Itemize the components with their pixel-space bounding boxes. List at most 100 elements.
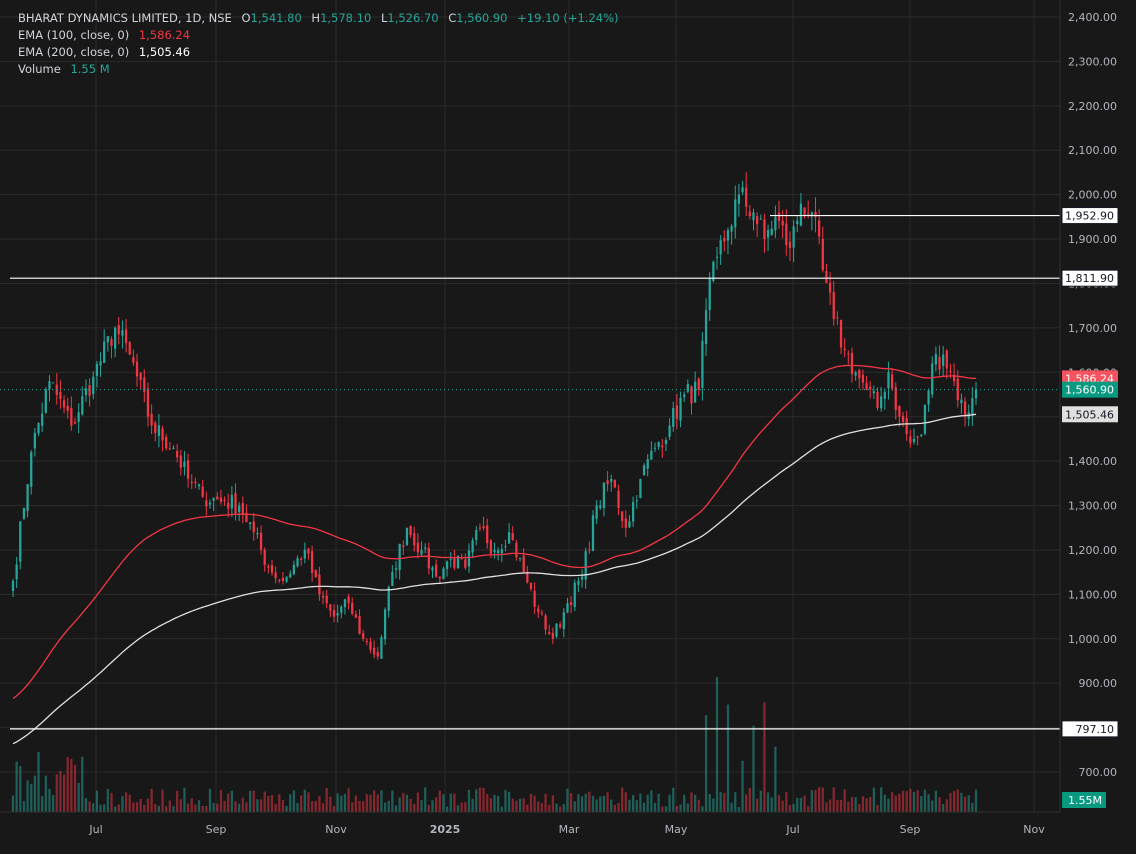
- volume-bar: [730, 802, 733, 812]
- volume-bar: [974, 789, 978, 812]
- volume-bar: [610, 799, 613, 812]
- volume-row[interactable]: Volume 1.55 M: [18, 61, 619, 78]
- candle-body: [825, 271, 828, 283]
- x-tick-label: Nov: [1023, 823, 1045, 836]
- volume-bar: [190, 798, 193, 812]
- ema200-row[interactable]: EMA (200, close, 0) 1,505.46: [18, 44, 619, 61]
- candle-body: [197, 484, 201, 487]
- volume-bar: [883, 794, 886, 812]
- candle-body: [376, 652, 379, 657]
- candle-body: [256, 533, 259, 535]
- x-tick-label: 2025: [430, 823, 461, 836]
- open-value: 1,541.80: [250, 11, 302, 25]
- candle-body: [154, 422, 157, 434]
- candle-body: [799, 203, 803, 226]
- volume-bar: [577, 794, 580, 812]
- volume-bar: [555, 803, 558, 812]
- volume-bar: [785, 792, 788, 812]
- volume-bar: [748, 787, 751, 812]
- candle-body: [650, 450, 653, 460]
- candle-body: [84, 388, 88, 396]
- volume-bar: [774, 746, 777, 812]
- candle-body: [252, 521, 255, 533]
- candle-body: [577, 580, 580, 585]
- volume-bar: [154, 803, 157, 812]
- candle-body: [737, 194, 741, 204]
- volume-bar: [157, 805, 161, 812]
- volume-bar: [274, 803, 277, 812]
- candle-body: [642, 465, 646, 476]
- volume-bar: [949, 792, 952, 812]
- y-tick-label: 1,100.00: [1068, 588, 1117, 601]
- volume-bar: [905, 791, 908, 812]
- ema100-row[interactable]: EMA (100, close, 0) 1,586.24: [18, 27, 619, 44]
- volume-bar: [734, 792, 737, 812]
- candle-body: [212, 497, 215, 501]
- volume-bar: [176, 790, 179, 812]
- hline-price-tag: 1,952.90: [1065, 210, 1114, 223]
- price-chart[interactable]: 2,400.00 2,300.00 2,200.00 2,100.00 2,000.00…: [0, 0, 1136, 854]
- candle-body: [766, 229, 770, 238]
- candle-body: [559, 624, 562, 628]
- candle-body: [383, 609, 387, 640]
- volume-bar: [529, 793, 533, 812]
- candle-body: [894, 387, 897, 410]
- candle-body: [307, 548, 310, 554]
- volume-bar: [613, 805, 617, 812]
- candle-body: [117, 325, 120, 335]
- volume-bar: [230, 790, 233, 812]
- candle-body: [289, 573, 292, 578]
- volume-bar: [464, 802, 467, 812]
- candle-body: [858, 370, 861, 379]
- volume-bar: [303, 789, 306, 812]
- volume-bar: [391, 790, 394, 812]
- candle-body: [657, 442, 660, 447]
- volume-bar: [828, 799, 832, 812]
- volume-value: 1.55 M: [70, 62, 110, 76]
- candle-body: [347, 596, 350, 604]
- volume-bar: [289, 794, 292, 812]
- candle-body: [949, 370, 952, 372]
- volume-bar: [310, 801, 314, 812]
- candle-body: [777, 212, 781, 221]
- volume-bar: [26, 780, 29, 812]
- volume-bar: [511, 798, 514, 812]
- volume-bar: [84, 798, 88, 812]
- candle-body: [391, 572, 394, 587]
- volume-bar: [890, 792, 894, 812]
- volume-bar: [70, 758, 73, 812]
- volume-bar: [110, 793, 113, 812]
- volume-bar: [759, 790, 762, 812]
- candle-body: [599, 505, 602, 508]
- volume-bar: [843, 789, 846, 812]
- candle-body: [194, 481, 197, 483]
- volume-bar: [343, 793, 347, 812]
- volume-bar: [372, 790, 376, 812]
- candle-body: [132, 356, 135, 363]
- volume-bar: [719, 791, 722, 812]
- volume-bar: [672, 787, 675, 812]
- symbol-title[interactable]: BHARAT DYNAMICS LIMITED, 1D, NSE: [18, 11, 232, 25]
- volume-bar: [478, 787, 482, 812]
- change-value: +19.10 (+1.24%): [517, 11, 619, 25]
- volume-bar: [515, 800, 518, 812]
- volume-bar: [376, 794, 379, 812]
- candle-body: [44, 389, 47, 413]
- candle-body: [190, 482, 193, 484]
- volume-bar: [814, 789, 817, 812]
- volume-bar: [321, 803, 325, 812]
- candle-body: [555, 623, 558, 637]
- volume-bar: [19, 766, 22, 812]
- volume-bar: [916, 790, 919, 812]
- candle-body: [380, 637, 383, 659]
- volume-bar: [668, 794, 671, 812]
- volume-bar: [467, 789, 471, 812]
- volume-bar: [380, 790, 383, 812]
- y-tick-label: 2,400.00: [1068, 11, 1117, 24]
- volume-bar: [172, 806, 175, 812]
- candle-body: [533, 590, 536, 607]
- volume-bar: [825, 802, 828, 812]
- volume-bar: [839, 799, 843, 812]
- volume-bar: [653, 802, 657, 812]
- candle-body: [938, 356, 941, 370]
